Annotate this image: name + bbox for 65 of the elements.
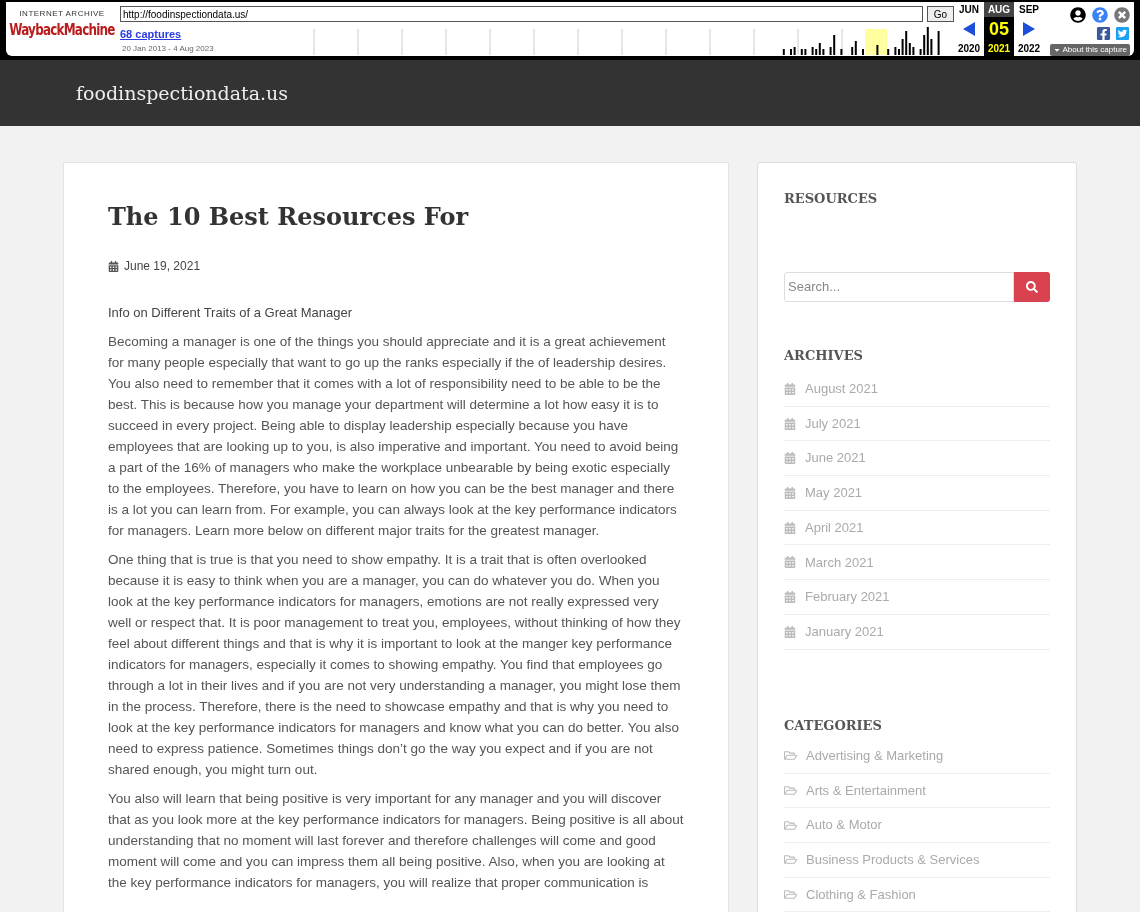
close-icon[interactable] [1114, 7, 1130, 23]
post-paragraph: You also will learn that being positive is very important for any manager and you will discover that as you look more at the key performance indicators for managers. Being positive is all about understanding that no moment will last forever and therefore challenges will come and good moment will come and you can impress them all being positive. Also, when you are looking at the key performance indicators for managers, you will realize that proper communication is [108, 789, 684, 892]
search-button[interactable] [1014, 271, 1050, 302]
archive-link[interactable]: August 2021 [805, 379, 878, 399]
month-label: AUG [984, 2, 1014, 17]
facebook-icon[interactable] [1096, 26, 1111, 41]
about-capture-button[interactable]: About this capture [1049, 44, 1130, 56]
folder-icon [784, 818, 797, 832]
year-label: 2021 [987, 42, 1011, 56]
calendar-icon [784, 382, 796, 395]
site-title[interactable]: foodinspectiondata.us [76, 78, 289, 108]
calendar-icon [108, 260, 119, 272]
archive-link[interactable]: January 2021 [805, 621, 884, 642]
twitter-icon[interactable] [1115, 26, 1130, 41]
month-column[interactable]: JUN 2020 [954, 2, 984, 56]
calendar-icon [784, 486, 796, 499]
next-arrow-icon[interactable] [1023, 22, 1035, 36]
archive-link[interactable]: May 2021 [805, 483, 863, 503]
archive-label: INTERNET ARCHIVE [19, 8, 105, 20]
post-subtitle: Info on Different Traits of a Great Manager [108, 304, 353, 322]
previous-arrow-icon[interactable] [963, 22, 975, 36]
post-title: The 10 Best Resources For [108, 201, 470, 233]
category-link[interactable]: Auto & Motor [806, 815, 882, 835]
wayback-logo[interactable]: WaybackMachine [9, 20, 115, 40]
folder-icon [784, 888, 797, 902]
month-label: SEP [1019, 3, 1039, 17]
folder-icon [784, 749, 797, 763]
month-label: JUN [959, 3, 979, 17]
url-field[interactable]: http://foodinspectiondata.us/ [120, 6, 923, 22]
search-field[interactable]: Search... [784, 271, 1014, 302]
widget-title: RESOURCES [784, 190, 879, 208]
folder-icon [784, 784, 797, 798]
archive-link[interactable]: February 2021 [805, 587, 890, 607]
category-link[interactable]: Clothing & Fashion [806, 884, 916, 905]
day-label: 05 [989, 19, 1009, 39]
category-link[interactable]: Business Products & Services [806, 850, 980, 870]
calendar-icon [784, 556, 796, 569]
category-link[interactable]: Arts & Entertainment [806, 780, 926, 801]
captures-link[interactable]: 68 captures [120, 26, 310, 43]
calendar-icon [784, 521, 796, 534]
calendar-icon [784, 417, 796, 430]
capture-range: 20 Jan 2013 - 4 Aug 2023 [121, 42, 215, 55]
folder-icon [784, 853, 797, 867]
category-link[interactable]: Advertising & Marketing [806, 746, 944, 766]
widget-title: ARCHIVES [784, 346, 864, 365]
go-button[interactable]: Go [926, 6, 954, 22]
calendar-icon [784, 625, 796, 638]
post-paragraph: One thing that is true is that you need to show empathy. It is a trait that is often overlooked because it is easy to think when you are a manager, you can do whatever you do. When you look at the key performance indicators for managers, emotions are not really expressed very well or respect that. It is poor management to treat you, employees, without thinking of how they feel about different things and that is why it is important to look at the manger key performance indicators for managers, especially it comes to showing empathy. You find that employees go through a lot in their lives and if you are not very understanding a manager, you might lose them in the process. Therefore, there is the need to showcase empathy and that is why you need to look at the key performance indicators for managers and know what you can do better. You also need to express patience. Sometimes things don’t go the way you expect and if you are not shared enough, you might turn out. [108, 550, 682, 779]
caret-icon [1052, 46, 1061, 54]
month-column[interactable]: AUG 05 2021 [984, 2, 1014, 56]
year-label: 2022 [1017, 42, 1041, 56]
post-paragraph: Becoming a manager is one of the things you should appreciate and it is a great achievement for many people especially that want to go up the ranks especially if the of leadership desires. You also need to remember that it comes with a lot of responsibility need to be able to be the best. This is because how you manage your department will determine a lot how easy it is to succeed in every project. Being able to display leadership especially because you have employees that are looking up to you, is also imperative and important. You need to avoid being a part of the 16% of managers who make the workplace unbearable by being exotic especially to the employees. Therefore, you have to learn on how you can be the best manager and there is a lot you can learn from. For example, you can always look at the key performance indicators for managers. Learn more below on different major traits for the greatest manager. [108, 332, 680, 540]
search-icon [1026, 280, 1038, 293]
archive-link[interactable]: March 2021 [805, 552, 874, 573]
widget-title: CATEGORIES [784, 716, 883, 735]
user-icon[interactable] [1070, 7, 1086, 23]
help-icon[interactable] [1092, 7, 1108, 23]
month-column[interactable]: SEP 2022 [1014, 2, 1044, 56]
calendar-icon [784, 590, 796, 603]
archive-link[interactable]: April 2021 [805, 517, 864, 538]
archive-link[interactable]: June 2021 [805, 448, 866, 468]
year-label: 2020 [957, 42, 981, 56]
calendar-icon [784, 452, 796, 465]
archive-link[interactable]: July 2021 [805, 413, 861, 434]
post-date: June 19, 2021 [124, 258, 201, 275]
